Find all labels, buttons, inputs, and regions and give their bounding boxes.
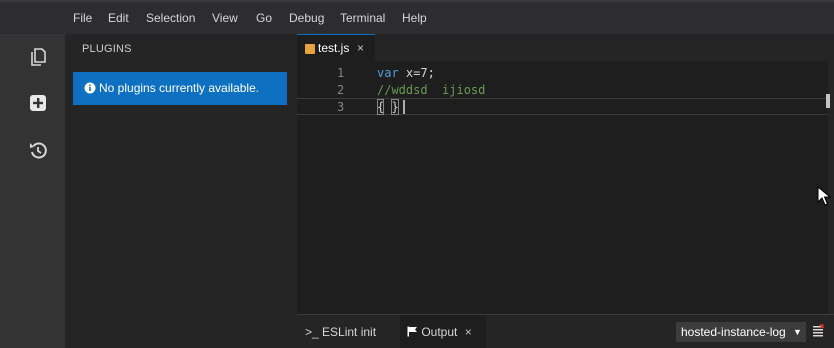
terminal-prompt-icon: >_ xyxy=(305,325,319,339)
menubar: File Edit Selection View Go Debug Termin… xyxy=(0,0,834,34)
tab-eslint-init[interactable]: >_ ESLint init xyxy=(305,325,376,339)
tab-close-button[interactable]: × xyxy=(465,325,472,339)
line-number: 2 xyxy=(337,83,345,97)
output-channel-select[interactable]: hosted-instance-log ▼ xyxy=(676,322,806,342)
dropdown-arrow-icon: ▼ xyxy=(793,327,802,337)
tab-label: test.js xyxy=(318,41,350,55)
line-number: 1 xyxy=(337,66,345,80)
code-token: var xyxy=(377,66,399,80)
text-cursor xyxy=(403,100,405,114)
clear-output-icon[interactable] xyxy=(811,324,825,338)
tab-label: Output xyxy=(421,325,458,339)
code-token-bracket: } xyxy=(391,99,399,115)
line-number: 3 xyxy=(337,100,345,114)
menu-view[interactable]: View xyxy=(212,11,238,25)
code-token: //wddsd ijiosd xyxy=(377,83,486,97)
ide-window: File Edit Selection View Go Debug Termin… xyxy=(0,0,834,348)
bottom-panel: >_ ESLint init Output × hosted-instance-… xyxy=(297,314,834,348)
select-value: hosted-instance-log xyxy=(681,325,786,339)
no-plugins-notice: No plugins currently available. xyxy=(73,72,287,105)
editor-tabstrip: test.js × xyxy=(297,34,834,61)
code-line-3[interactable]: { } xyxy=(377,99,399,115)
menu-go[interactable]: Go xyxy=(256,11,272,25)
menu-terminal[interactable]: Terminal xyxy=(340,11,385,25)
plugins-sidebar: PLUGINS No plugins currently available. xyxy=(65,34,297,348)
tab-output[interactable]: Output × xyxy=(407,325,472,339)
sidebar-title: PLUGINS xyxy=(82,43,132,55)
menu-selection[interactable]: Selection xyxy=(146,11,195,25)
notice-text: No plugins currently available. xyxy=(99,81,260,95)
code-line-1[interactable]: var x=7; xyxy=(377,65,435,81)
flag-icon xyxy=(407,326,417,337)
code-line-2[interactable]: //wddsd ijiosd xyxy=(377,82,485,98)
editor-area: test.js × 1 2 3 var x=7; //wddsd ijiosd … xyxy=(297,34,834,314)
menu-file[interactable]: File xyxy=(73,11,92,25)
tab-test-js[interactable]: test.js × xyxy=(297,34,375,61)
info-icon xyxy=(84,82,96,94)
files-icon[interactable] xyxy=(27,46,49,68)
menu-help[interactable]: Help xyxy=(402,11,427,25)
menu-edit[interactable]: Edit xyxy=(108,11,129,25)
plugins-add-icon[interactable] xyxy=(27,92,49,114)
tab-close-button[interactable]: × xyxy=(357,41,364,55)
js-file-icon xyxy=(305,44,315,54)
code-token: x=7; xyxy=(398,66,435,80)
mouse-pointer-icon xyxy=(817,186,831,206)
activity-bar xyxy=(0,34,65,348)
tab-label: ESLint init xyxy=(322,325,377,339)
history-icon[interactable] xyxy=(27,139,49,161)
scrollbar-thumb[interactable] xyxy=(826,94,830,108)
menu-debug[interactable]: Debug xyxy=(289,11,324,25)
